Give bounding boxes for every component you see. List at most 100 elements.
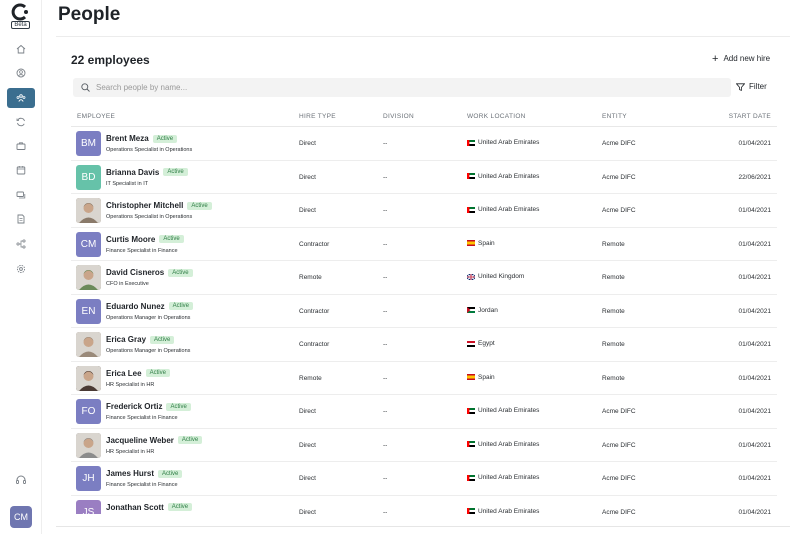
start-date-cell: 01/04/2021	[738, 475, 771, 482]
people-icon[interactable]	[7, 88, 35, 108]
employee-name[interactable]: James Hurst	[106, 469, 154, 478]
table-row[interactable]: David Cisneros Active CFO in Executive Remo…	[71, 261, 777, 295]
employee-name[interactable]: Eduardo Nunez	[106, 302, 165, 311]
table-row[interactable]: Erica Lee Active HR Specialist in HR Remote…	[71, 362, 777, 395]
employee-name[interactable]: David Cisneros	[106, 268, 164, 277]
chat-icon[interactable]	[13, 187, 29, 203]
table-row[interactable]: FO Frederick Ortiz Active Finance Specialis…	[71, 395, 777, 429]
employee-name-cell[interactable]: Brent Meza Active	[106, 134, 178, 143]
page-title: People	[58, 4, 121, 25]
work-location-text: United Kingdom	[478, 273, 525, 280]
employee-name-cell[interactable]: David Cisneros Active	[106, 268, 193, 277]
spain-flag-icon	[467, 374, 475, 380]
start-date-cell: 01/04/2021	[738, 374, 771, 382]
hire-type-cell: Direct	[299, 173, 316, 181]
table-row[interactable]: CM Curtis Moore Active Finance Specialist i…	[71, 228, 777, 261]
table-row[interactable]: Jacqueline Weber Active HR Specialist in H…	[71, 429, 777, 462]
status-badge: Active	[145, 369, 170, 378]
home-icon[interactable]	[13, 41, 29, 57]
work-location-text: United Arab Emirates	[478, 206, 540, 213]
employee-name-cell[interactable]: Jacqueline Weber Active	[106, 436, 203, 445]
filter-button[interactable]: Filter	[736, 82, 767, 91]
sync-icon[interactable]	[13, 114, 29, 130]
table-row[interactable]: EN Eduardo Nunez Active Operations Manager …	[71, 295, 777, 328]
employee-name[interactable]: Christopher Mitchell	[106, 201, 183, 210]
employee-name[interactable]: Frederick Ortiz	[106, 402, 162, 411]
employee-name[interactable]: Erica Lee	[106, 369, 142, 378]
column-header-division[interactable]: DIVISION	[383, 113, 414, 120]
headset-icon[interactable]	[15, 474, 27, 486]
uae-flag-icon	[467, 407, 475, 414]
status-badge: Active	[152, 134, 178, 143]
column-header-work-location[interactable]: WORK LOCATION	[467, 113, 526, 120]
employee-name-cell[interactable]: Erica Gray Active	[106, 335, 175, 344]
entity-cell: Remote	[602, 374, 625, 382]
employee-name-cell[interactable]: Curtis Moore Active	[106, 235, 184, 244]
employee-name[interactable]: Brianna Davis	[106, 168, 159, 177]
column-header-entity[interactable]: ENTITY	[602, 113, 627, 120]
status-badge: Active	[167, 503, 193, 512]
employee-name-cell[interactable]: Jonathan Scott Active	[106, 503, 193, 512]
hire-type-cell: Direct	[299, 475, 316, 482]
employee-role: IT Specialist in IT	[106, 180, 149, 187]
division-cell: --	[383, 207, 388, 214]
logo-icon[interactable]	[11, 3, 31, 21]
employee-name-cell[interactable]: James Hurst Active	[106, 469, 183, 478]
column-header-employee[interactable]: EMPLOYEE	[77, 113, 115, 120]
table-row[interactable]: BD Brianna Davis Active IT Specialist in IT…	[71, 161, 777, 194]
division-cell: --	[383, 173, 388, 181]
user-circle-icon[interactable]	[13, 65, 29, 81]
start-date-cell: 01/04/2021	[738, 341, 771, 348]
employee-name-cell[interactable]: Frederick Ortiz Active	[106, 402, 191, 411]
employee-role: CFO in Executive	[106, 281, 149, 287]
settings-icon[interactable]	[13, 261, 29, 277]
document-icon[interactable]	[13, 211, 29, 227]
column-header-start-date[interactable]: START DATE	[729, 113, 771, 120]
employee-count-title: 22 employees	[71, 53, 150, 67]
entity-cell: Remote	[602, 240, 625, 248]
start-date-cell: 01/04/2021	[738, 140, 771, 147]
calendar-icon[interactable]	[13, 162, 29, 178]
avatar: BM	[76, 131, 101, 156]
employee-name[interactable]: Erica Gray	[106, 335, 146, 344]
start-date-cell: 01/04/2021	[738, 240, 771, 248]
employee-table-body: BM Brent Meza Active Operations Specialist …	[71, 127, 777, 514]
avatar	[76, 265, 101, 290]
status-badge: Active	[159, 235, 184, 244]
avatar	[76, 332, 101, 357]
employee-name[interactable]: Curtis Moore	[106, 235, 155, 244]
org-chart-icon[interactable]	[13, 236, 29, 252]
avatar	[76, 365, 101, 391]
employee-name[interactable]: Jacqueline Weber	[106, 436, 174, 445]
employee-name-cell[interactable]: Erica Lee Active	[106, 369, 170, 378]
table-row[interactable]: BM Brent Meza Active Operations Specialist …	[71, 127, 777, 161]
employee-name-cell[interactable]: Eduardo Nunez Active	[106, 302, 194, 311]
briefcase-icon[interactable]	[13, 138, 29, 154]
division-cell: --	[383, 408, 388, 415]
employee-name[interactable]: Jonathan Scott	[106, 503, 164, 512]
avatar	[76, 432, 101, 458]
employee-role: Finance Specialist in Finance	[106, 247, 178, 254]
employee-role: Finance Specialist in Finance	[106, 415, 178, 421]
status-badge: Active	[158, 469, 183, 478]
work-location-text: Spain	[478, 373, 495, 381]
employee-name-cell[interactable]: Christopher Mitchell Active	[106, 201, 212, 210]
add-new-hire-label: Add new hire	[723, 54, 771, 63]
work-location-cell: United Arab Emirates	[467, 139, 539, 146]
work-location-text: Jordan	[478, 306, 498, 314]
add-new-hire-button[interactable]: + Add new hire	[712, 53, 771, 64]
user-avatar[interactable]: CM	[10, 506, 32, 528]
search-bar[interactable]	[73, 78, 731, 97]
column-header-hire-type[interactable]: HIRE TYPE	[299, 113, 336, 120]
division-cell: --	[383, 508, 388, 515]
table-row[interactable]: JH James Hurst Active Finance Specialist in…	[71, 462, 777, 496]
employee-name-cell[interactable]: Brianna Davis Active	[106, 168, 188, 177]
table-row[interactable]: Erica Gray Active Operations Manager in Op…	[71, 328, 777, 362]
table-row[interactable]: Christopher Mitchell Active Operations Spe…	[71, 194, 777, 228]
division-cell: --	[383, 274, 388, 281]
entity-cell: Acme DIFC	[602, 140, 636, 147]
employee-name[interactable]: Brent Meza	[106, 134, 149, 143]
table-row[interactable]: JS Jonathan Scott Active Direct -- United Ara…	[71, 496, 777, 515]
search-input[interactable]	[96, 83, 696, 92]
division-cell: --	[383, 240, 388, 248]
